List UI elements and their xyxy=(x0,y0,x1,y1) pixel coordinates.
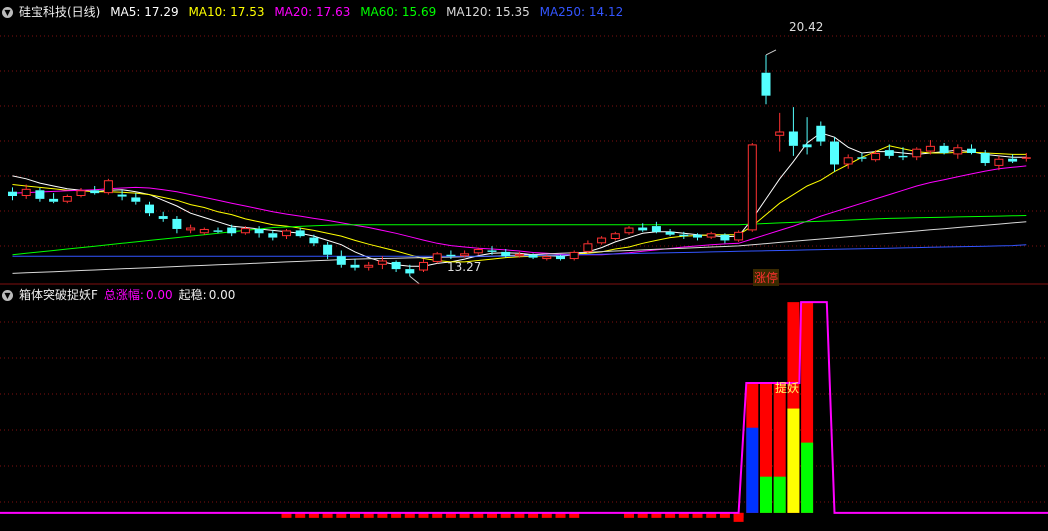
candle xyxy=(391,260,401,272)
candle xyxy=(912,147,922,161)
candle xyxy=(199,227,209,235)
candle xyxy=(720,233,730,244)
total-change-label: 总涨幅: xyxy=(103,288,144,302)
low-price-label: 13.27 xyxy=(447,260,482,274)
total-change-value: 0.00 xyxy=(145,288,173,302)
candle xyxy=(843,154,853,169)
low-marker xyxy=(409,275,421,285)
ma5-label: MA5: 17.29 xyxy=(110,5,179,19)
candle xyxy=(583,240,593,254)
collapse-button[interactable]: ▼ xyxy=(2,7,13,18)
candle xyxy=(432,251,442,264)
ma250-label: MA250: 14.12 xyxy=(539,5,624,19)
indicator-bars xyxy=(0,301,1048,522)
candle xyxy=(62,194,72,204)
candle xyxy=(830,137,839,172)
high-price-label: 20.42 xyxy=(789,20,824,34)
candle xyxy=(857,153,867,162)
chart-stage[interactable] xyxy=(0,0,1048,531)
candle xyxy=(816,121,826,146)
candle xyxy=(665,228,675,237)
candle xyxy=(213,227,223,234)
candle xyxy=(364,261,374,271)
candle xyxy=(268,230,278,241)
candle xyxy=(610,231,620,241)
candle xyxy=(309,234,319,247)
candle xyxy=(282,228,291,239)
signal-bar xyxy=(787,302,800,513)
candle xyxy=(186,224,196,234)
candle xyxy=(706,231,716,239)
candle xyxy=(158,211,168,222)
candlesticks xyxy=(8,49,1031,285)
candle xyxy=(103,178,113,195)
main-header: ▼ 硅宝科技(日线) MA5: 17.29 MA10: 17.53 MA20: 1… xyxy=(0,2,1048,22)
indicator-grid xyxy=(0,321,1048,503)
candle xyxy=(761,54,771,105)
candle xyxy=(49,193,59,204)
ma60-label: MA60: 15.69 xyxy=(360,5,437,19)
candle xyxy=(747,142,757,232)
ma20-line xyxy=(12,165,1027,256)
candle xyxy=(624,226,634,235)
stock-title: 硅宝科技(日线) xyxy=(19,5,101,19)
ma10-line xyxy=(12,145,1027,263)
main-grid xyxy=(0,35,1048,247)
ma120-line xyxy=(12,221,1027,274)
candle xyxy=(569,250,579,261)
candle xyxy=(350,259,360,271)
start-value: 0.00 xyxy=(208,288,236,302)
candle xyxy=(775,112,785,152)
candle xyxy=(76,187,86,198)
signal-bar xyxy=(760,383,772,513)
indicator-title: 箱体突破捉妖F xyxy=(19,288,98,302)
candle xyxy=(597,236,607,245)
candle xyxy=(172,216,182,234)
signal-bar xyxy=(801,302,814,513)
high-marker xyxy=(765,49,777,56)
candle xyxy=(802,117,812,155)
start-label: 起稳: xyxy=(178,288,207,302)
candle xyxy=(131,193,141,205)
envelope-line xyxy=(0,301,1048,514)
candle xyxy=(254,226,264,238)
candle xyxy=(788,107,798,156)
candle xyxy=(446,250,456,260)
ma120-label: MA120: 15.35 xyxy=(446,5,530,19)
ma10-label: MA10: 17.53 xyxy=(188,5,265,19)
negative-bar xyxy=(733,512,744,522)
candle xyxy=(419,259,428,272)
candle xyxy=(8,187,17,201)
signal-bar xyxy=(746,383,759,513)
indicator-header: ▼ 箱体突破捉妖F 总涨幅: 0.00 起稳: 0.00 xyxy=(0,285,1048,305)
candle xyxy=(734,230,744,242)
candle xyxy=(90,185,100,195)
signal-label: 提妖 xyxy=(775,381,800,395)
limit-up-badge: 涨停 xyxy=(753,269,780,286)
candle xyxy=(651,221,661,234)
candle xyxy=(967,144,976,155)
candle xyxy=(953,144,963,159)
indicator-collapse-button[interactable]: ▼ xyxy=(2,290,13,301)
signal-bar xyxy=(773,383,786,513)
candle xyxy=(145,201,154,217)
candle xyxy=(939,142,949,155)
ma20-label: MA20: 17.63 xyxy=(274,5,351,19)
candle xyxy=(35,187,45,202)
candle xyxy=(1008,154,1018,164)
candle xyxy=(336,250,346,268)
